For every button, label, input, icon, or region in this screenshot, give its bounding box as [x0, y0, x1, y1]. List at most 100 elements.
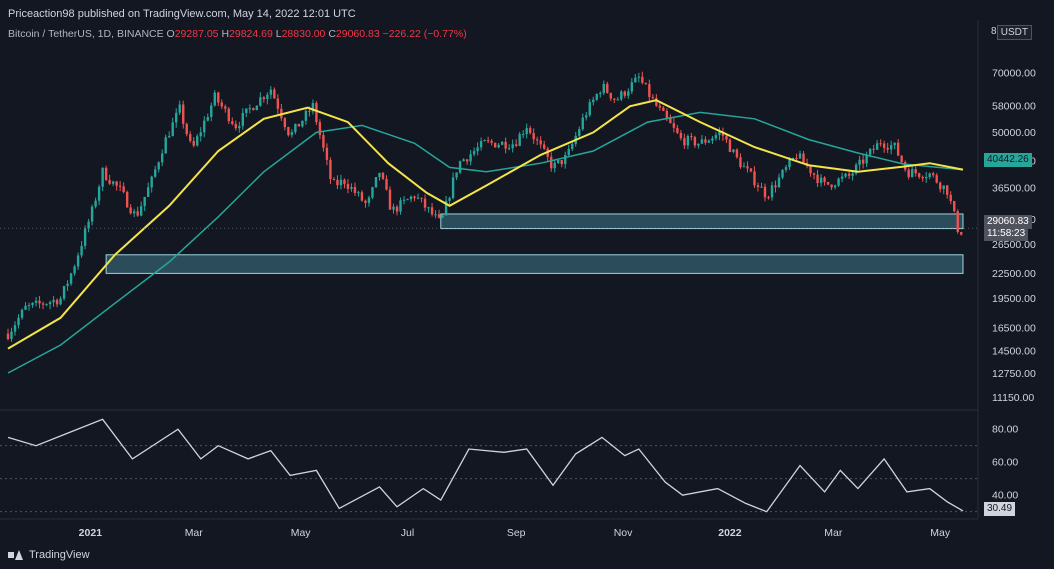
- candle-body: [493, 142, 497, 148]
- candle-body: [798, 153, 802, 159]
- footer-brand[interactable]: TradingView: [8, 549, 90, 561]
- candle-body: [676, 127, 679, 133]
- candle-body: [465, 159, 469, 162]
- candle-body: [760, 186, 763, 188]
- candle-body: [329, 159, 332, 179]
- candle-body: [6, 333, 10, 339]
- close-label: C: [328, 28, 336, 40]
- time-tick-label: 2021: [79, 527, 103, 539]
- candle-body: [66, 283, 69, 287]
- candle-body: [143, 196, 146, 207]
- candle-body: [816, 174, 819, 184]
- candle-body: [557, 160, 560, 163]
- candle-body: [129, 207, 132, 214]
- price-tick-label: 36500.00: [992, 182, 1036, 194]
- candle-body: [553, 162, 556, 169]
- candle-body: [514, 144, 518, 146]
- currency-selector[interactable]: USDT: [996, 25, 1032, 40]
- candle-body: [322, 135, 325, 148]
- candle-body: [427, 207, 430, 209]
- candle-body: [10, 331, 13, 339]
- candle-body: [595, 94, 598, 100]
- candle-body: [746, 166, 749, 169]
- candle-body: [287, 127, 290, 136]
- candle-body: [599, 93, 602, 95]
- candle-body: [763, 186, 767, 198]
- candle-body: [486, 140, 490, 142]
- candle-body: [31, 302, 34, 306]
- candle-body: [889, 145, 893, 150]
- candle-body: [416, 197, 420, 199]
- candle-body: [525, 128, 528, 135]
- candle-body: [441, 215, 444, 218]
- candle-body: [350, 187, 353, 189]
- candle-body: [241, 112, 245, 126]
- candle-body: [742, 166, 746, 168]
- symbol-legend: Bitcoin / TetherUS, 1D, BINANCE O29287.0…: [8, 28, 467, 40]
- candle-body: [627, 91, 630, 96]
- candle-body: [497, 144, 500, 148]
- candle-body: [648, 84, 651, 97]
- support-zone: [440, 213, 964, 230]
- candle-body: [104, 167, 108, 181]
- candle-body: [613, 98, 616, 100]
- publisher-line: Priceaction98 published on TradingView.c…: [8, 8, 356, 20]
- candle-body: [392, 206, 395, 210]
- candle-body: [711, 138, 714, 141]
- candle-body: [371, 187, 374, 198]
- brand-name: TradingView: [29, 549, 90, 561]
- candle-body: [248, 108, 252, 110]
- candle-body: [935, 175, 938, 183]
- rsi-tick-label: 60.00: [992, 457, 1018, 469]
- close-value: 29060.83: [335, 28, 380, 40]
- candle-body: [469, 154, 472, 162]
- time-tick-label: May: [930, 527, 951, 539]
- candle-body: [728, 139, 732, 152]
- candle-body: [872, 148, 875, 150]
- candle-body: [886, 147, 889, 150]
- candle-body: [774, 185, 777, 188]
- candle-body: [725, 135, 728, 140]
- candle-body: [182, 104, 185, 124]
- candle-body: [213, 92, 216, 106]
- candle-body: [932, 173, 935, 176]
- candle-body: [925, 177, 928, 179]
- ma-price-tag: 40442.26: [984, 153, 1032, 167]
- candle-body: [560, 160, 563, 165]
- candle-body: [914, 169, 917, 174]
- candle-body: [679, 132, 683, 139]
- candle-body: [882, 143, 886, 148]
- price-chart[interactable]: 70000.0058000.0050000.0042500.0036500.00…: [0, 0, 1054, 569]
- price-tick-label: 58000.00: [992, 101, 1036, 113]
- candle-body: [784, 167, 788, 170]
- open-label: O: [166, 28, 175, 40]
- time-tick-label: Sep: [507, 527, 526, 539]
- candle-body: [809, 165, 812, 174]
- candle-body: [301, 120, 304, 127]
- candle-body: [795, 158, 798, 160]
- candle-body: [343, 179, 346, 184]
- candle-body: [108, 180, 111, 184]
- price-tick-label: 14500.00: [992, 345, 1036, 357]
- candle-body: [511, 144, 514, 149]
- candle-body: [567, 148, 570, 155]
- candle-body: [269, 89, 273, 95]
- candle-body: [690, 135, 693, 138]
- candle-body: [672, 123, 676, 128]
- candle-body: [707, 140, 711, 143]
- candle-body: [767, 197, 770, 199]
- candle-body: [94, 200, 97, 207]
- candle-body: [423, 198, 427, 208]
- candle-body: [802, 153, 805, 163]
- price-tick-label: 11150.00: [992, 392, 1034, 404]
- candle-body: [543, 144, 546, 149]
- candle-body: [161, 153, 164, 163]
- candle-body: [697, 143, 700, 146]
- candle-body: [564, 154, 567, 165]
- change-value: −226.22 (−0.77%): [382, 28, 467, 40]
- candle-body: [907, 169, 910, 178]
- candle-body: [360, 192, 364, 201]
- candle-body: [942, 185, 945, 190]
- candle-body: [87, 221, 90, 229]
- candle-body: [528, 128, 532, 133]
